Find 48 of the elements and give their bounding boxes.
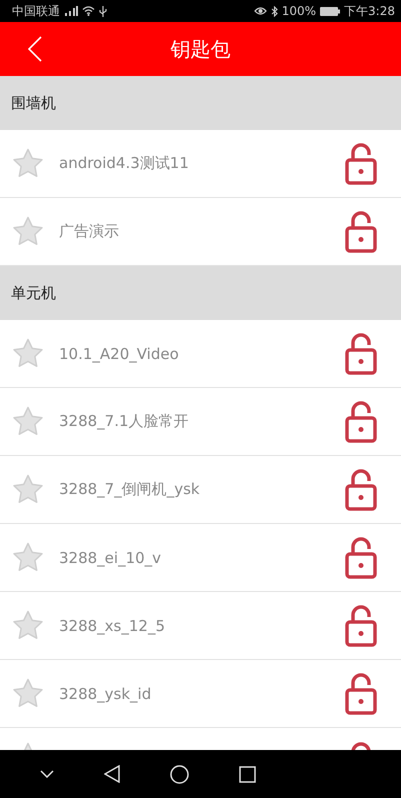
star-icon[interactable]: [12, 148, 44, 179]
star-icon[interactable]: [12, 406, 44, 437]
star-icon[interactable]: [12, 474, 44, 505]
device-name: 3288_xs_12_5: [59, 616, 166, 634]
key-row[interactable]: 3288_ei_10_v: [0, 524, 401, 592]
key-row[interactable]: 10.1_A20_Video: [0, 320, 401, 388]
star-icon[interactable]: [12, 216, 44, 247]
device-name: 3288_ei_10_v: [59, 548, 162, 566]
battery-icon: [320, 6, 340, 16]
unlock-icon[interactable]: [345, 210, 377, 252]
unlock-icon[interactable]: [345, 400, 377, 442]
signal-icon: [64, 6, 78, 16]
key-row[interactable]: 3288_7.1人脸常开: [0, 388, 401, 456]
eye-icon: [254, 6, 267, 16]
key-row[interactable]: android4.3测试11: [0, 130, 401, 198]
unlock-icon[interactable]: [345, 468, 377, 510]
clock-time: 下午3:28: [344, 2, 395, 20]
key-row[interactable]: 3288_7_倒闸机_ysk: [0, 456, 401, 524]
device-name: 3288_7.1人脸常开: [59, 412, 190, 431]
unlock-icon[interactable]: [345, 332, 377, 374]
bluetooth-icon: [270, 6, 278, 16]
unlock-icon[interactable]: [345, 672, 377, 714]
star-icon[interactable]: [12, 542, 44, 573]
device-name: android4.3测试11: [59, 154, 190, 173]
device-name: 3288_ysk_id: [59, 684, 152, 702]
key-row[interactable]: 3288_xs_12_5: [0, 592, 401, 660]
device-name: 3288_7_倒闸机_ysk: [59, 480, 201, 499]
unlock-icon[interactable]: [345, 536, 377, 578]
home-circle-icon[interactable]: [170, 764, 189, 784]
back-icon[interactable]: [28, 36, 42, 62]
wifi-icon: [82, 6, 95, 16]
back-triangle-icon[interactable]: [104, 765, 120, 783]
section-header: 单元机: [0, 266, 401, 320]
page-title: 钥匙包: [170, 36, 230, 62]
device-name: 广告演示: [59, 222, 120, 241]
battery-percent: 100%: [282, 4, 316, 18]
star-icon[interactable]: [12, 678, 44, 709]
unlock-icon[interactable]: [345, 142, 377, 184]
usb-icon: [99, 6, 107, 16]
unlock-icon[interactable]: [345, 604, 377, 646]
chevron-down-icon[interactable]: [40, 770, 54, 778]
carrier-name: 中国联通: [12, 2, 60, 20]
recents-square-icon[interactable]: [239, 766, 256, 782]
device-name: 10.1_A20_Video: [59, 344, 180, 362]
section-header: 围墙机: [0, 76, 401, 130]
star-icon[interactable]: [12, 610, 44, 641]
key-row[interactable]: 3288_ysk_id: [0, 660, 401, 728]
star-icon[interactable]: [12, 338, 44, 369]
